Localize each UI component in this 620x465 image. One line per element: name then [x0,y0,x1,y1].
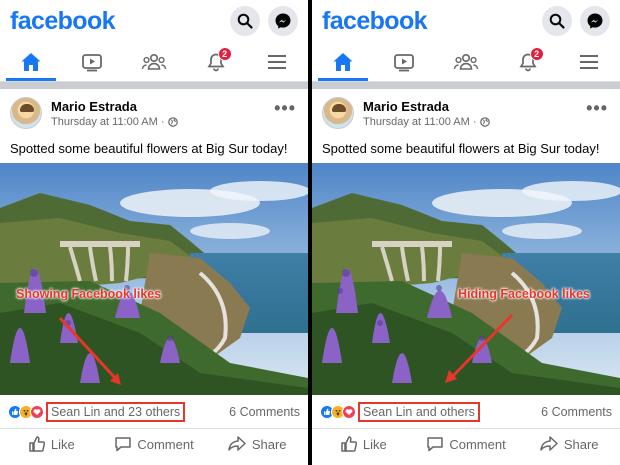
post-actions: Like Comment Share [0,428,308,459]
post-text: Spotted some beautiful flowers at Big Su… [10,141,288,156]
watch-icon [82,53,103,71]
love-reaction-icon [342,404,356,419]
search-button[interactable] [230,6,260,36]
more-icon[interactable]: ••• [274,99,296,117]
tab-bar: 2 [312,42,620,82]
like-button[interactable]: Like [312,429,415,459]
notification-badge: 2 [529,47,544,61]
tab-notifications[interactable]: 2 [185,42,247,81]
like-label: Like [362,436,387,452]
notification-badge: 2 [217,47,232,61]
post-actions: Like Comment Share [312,428,620,459]
phone-panel-showing-likes: facebook 2 Mario Estrada Thursday at 11:… [0,0,308,465]
likes-count-text[interactable]: Sean Lin and others [358,401,480,422]
love-reaction-icon [30,404,44,419]
comparison-stage: facebook 2 Mario Estrada Thursday at 11:… [0,0,620,465]
comment-label: Comment [449,436,506,452]
messenger-button[interactable] [580,6,610,36]
tab-notifications[interactable]: 2 [497,42,559,81]
facebook-logo[interactable]: facebook [322,7,428,36]
post-text: Spotted some beautiful flowers at Big Su… [322,141,600,156]
feed-divider [312,82,620,89]
comments-count[interactable]: 6 Comments [229,405,300,419]
post-photo[interactable]: Hiding Facebook likes [312,163,620,395]
comment-label: Comment [137,436,194,452]
likes-count-text[interactable]: Sean Lin and 23 others [46,401,186,422]
tab-menu[interactable] [558,42,620,81]
menu-icon [580,54,599,69]
reactions-summary[interactable]: Sean Lin and 23 others [8,401,186,422]
feed-divider [0,82,308,89]
share-icon [540,436,558,451]
tab-groups[interactable] [123,42,185,81]
comment-icon [427,437,444,452]
groups-icon [141,53,167,70]
post-timestamp[interactable]: Thursday at 11:00 AM · [363,116,477,128]
tab-watch[interactable] [62,42,124,81]
comment-button[interactable]: Comment [103,429,206,459]
annotation-label: Hiding Facebook likes [458,287,590,301]
post-timestamp[interactable]: Thursday at 11:00 AM · [51,116,165,128]
share-button[interactable]: Share [517,429,620,459]
big-sur-photo [312,163,620,395]
messenger-button[interactable] [268,6,298,36]
search-icon [549,13,565,29]
share-icon [228,436,246,451]
post-header: Mario Estrada Thursday at 11:00 AM · ••• [312,89,620,137]
more-icon[interactable]: ••• [586,99,608,117]
comment-icon [115,437,132,452]
home-icon [21,52,41,71]
menu-icon [268,54,287,69]
share-label: Share [563,436,599,452]
tab-groups[interactable] [435,42,497,81]
post-stats: Sean Lin and others 6 Comments [312,395,620,428]
like-button[interactable]: Like [0,429,103,459]
watch-icon [394,53,415,71]
post-photo[interactable]: Showing Facebook likes [0,163,308,395]
globe-icon [167,116,178,127]
post-stats: Sean Lin and 23 others 6 Comments [0,395,308,428]
phone-panel-hiding-likes: facebook 2 Mario Estrada Thursday at 11:… [312,0,620,465]
tab-menu[interactable] [246,42,308,81]
reactions-summary[interactable]: Sean Lin and others [320,401,480,422]
globe-icon [479,116,490,127]
search-button[interactable] [542,6,572,36]
annotation-label: Showing Facebook likes [16,287,162,301]
top-bar: facebook [0,0,308,42]
groups-icon [453,53,479,70]
tab-watch[interactable] [374,42,436,81]
avatar[interactable] [322,97,354,129]
share-label: Share [251,436,287,452]
messenger-icon [587,13,603,29]
facebook-logo[interactable]: facebook [10,7,116,36]
comment-button[interactable]: Comment [415,429,518,459]
author-name[interactable]: Mario Estrada [51,99,178,114]
post-header: Mario Estrada Thursday at 11:00 AM · ••• [0,89,308,137]
search-icon [237,13,253,29]
home-icon [333,52,353,71]
avatar[interactable] [10,97,42,129]
share-button[interactable]: Share [205,429,308,459]
big-sur-photo [0,163,308,395]
author-name[interactable]: Mario Estrada [363,99,490,114]
tab-bar: 2 [0,42,308,82]
thumbs-up-icon [29,436,45,452]
top-bar: facebook [312,0,620,42]
like-label: Like [50,436,75,452]
tab-home[interactable] [312,42,374,81]
messenger-icon [275,13,291,29]
thumbs-up-icon [341,436,357,452]
tab-home[interactable] [0,42,62,81]
comments-count[interactable]: 6 Comments [541,405,612,419]
